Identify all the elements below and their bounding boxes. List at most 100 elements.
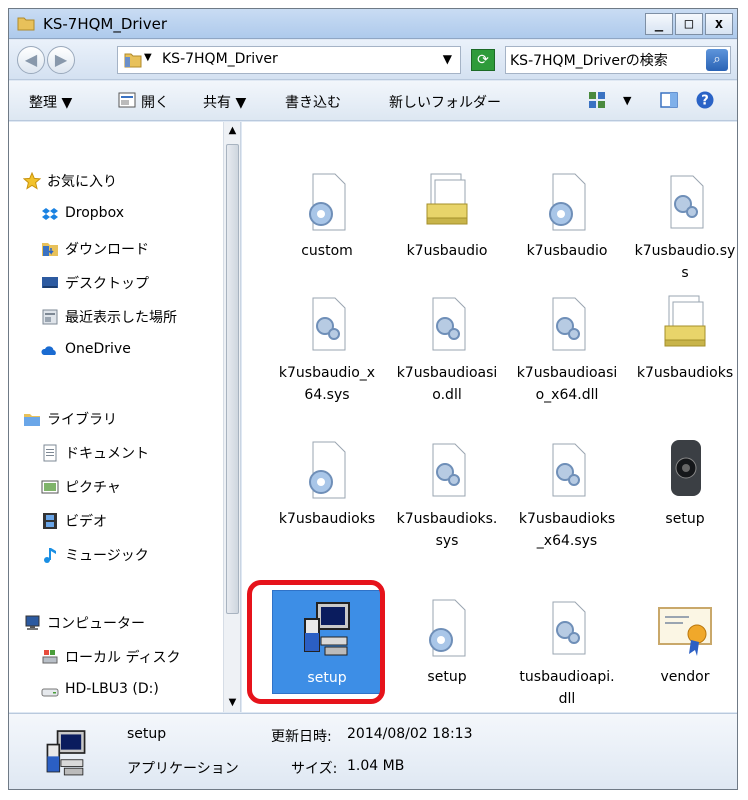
title-bar[interactable]: KS-7HQM_Driver _ □ x <box>9 9 737 39</box>
file-item[interactable]: k7usbaudio <box>512 164 622 266</box>
file-name: k7usbaudioks <box>636 365 734 381</box>
desktop-icon <box>42 277 58 288</box>
file-name: k7usbaudioks <box>278 511 376 527</box>
back-button[interactable]: ◀ <box>17 46 45 74</box>
onedrive-icon <box>41 346 56 355</box>
file-name: setup <box>427 669 467 685</box>
close-button[interactable]: x <box>705 13 733 35</box>
sidebar-item-label: ダウンロード <box>65 242 149 258</box>
breadcrumb-path[interactable]: KS-7HQM_Driver <box>162 51 278 67</box>
file-item[interactable]: k7usbaudioks.sys <box>392 432 502 556</box>
navigation-pane: お気に入り Dropbox ダウンロード デスクトップ 最近表示した場所 One… <box>9 122 241 712</box>
svg-text:?: ? <box>701 94 709 109</box>
new-folder-button[interactable]: 新しいフォルダー <box>389 92 501 112</box>
config-file-icon <box>309 441 346 499</box>
selected-file-name: setup <box>127 726 167 742</box>
sidebar-item-label: ローカル ディスク <box>65 650 181 666</box>
file-item[interactable]: k7usbaudioks <box>272 432 382 534</box>
installer-icon <box>46 730 86 776</box>
open-icon <box>118 92 136 108</box>
file-item[interactable]: k7usbaudio.sys <box>630 164 740 288</box>
system-file-icon <box>432 443 466 497</box>
file-name: k7usbaudioks_x64.sys <box>518 511 616 549</box>
downloads-icon <box>42 243 58 256</box>
search-button[interactable]: ⌕ <box>706 49 728 71</box>
file-name: k7usbaudioks.sys <box>396 511 498 549</box>
folder-icon <box>124 53 142 68</box>
sidebar-item-label: Dropbox <box>65 205 124 221</box>
system-file-icon <box>312 297 346 351</box>
setup-info-icon <box>426 173 468 225</box>
forward-arrow-icon: ▶ <box>54 50 68 69</box>
organize-button[interactable]: 整理 ▼ <box>29 92 72 112</box>
system-file-icon <box>552 297 586 351</box>
navigation-scrollbar[interactable]: ▲ ▼ <box>223 122 240 712</box>
file-item[interactable]: k7usbaudioks <box>630 286 740 388</box>
maximize-button[interactable]: □ <box>675 13 703 35</box>
sidebar-item-label: OneDrive <box>65 341 131 357</box>
folder-icon <box>17 17 35 31</box>
file-name: k7usbaudioasio_x64.dll <box>516 365 618 403</box>
file-item[interactable]: setup <box>630 432 740 534</box>
file-item[interactable]: custom <box>272 164 382 266</box>
view-dropdown[interactable]: ▼ <box>623 94 631 107</box>
size-label: サイズ: <box>291 761 338 777</box>
file-item[interactable]: k7usbaudioasio.dll <box>392 286 502 410</box>
view-icon[interactable] <box>587 90 607 110</box>
file-name: k7usbaudio_x64.sys <box>278 365 376 403</box>
external-drive-icon <box>41 688 59 697</box>
open-button[interactable]: 開く <box>141 92 169 112</box>
burn-button[interactable]: 書き込む <box>285 92 341 112</box>
file-name: setup <box>665 511 705 527</box>
system-file-icon <box>670 175 704 229</box>
recent-places-icon <box>42 309 58 325</box>
sidebar-item-label: コンピューター <box>47 616 145 632</box>
file-item[interactable]: k7usbaudio_x64.sys <box>272 286 382 410</box>
config-file-icon <box>429 599 466 657</box>
scroll-up-icon[interactable]: ▲ <box>224 122 240 140</box>
libraries-icon <box>24 414 40 426</box>
config-file-icon <box>549 173 586 231</box>
breadcrumb[interactable]: ▼ KS-7HQM_Driver ▼ <box>117 46 461 74</box>
preview-pane-icon[interactable] <box>659 90 679 110</box>
forward-button[interactable]: ▶ <box>47 46 75 74</box>
file-item[interactable]: setup <box>392 590 502 692</box>
sidebar-item-label: お気に入り <box>47 174 117 190</box>
sidebar-item-label: 最近表示した場所 <box>65 310 177 326</box>
file-item[interactable]: k7usbaudio <box>392 164 502 266</box>
file-name: custom <box>301 243 353 259</box>
system-file-icon <box>552 443 586 497</box>
help-icon[interactable]: ? <box>695 90 715 110</box>
size-value: 1.04 MB <box>347 758 405 774</box>
file-item[interactable]: tusbaudioapi.dll <box>512 590 622 714</box>
system-file-icon <box>432 297 466 351</box>
modified-value: 2014/08/02 18:13 <box>347 726 473 742</box>
minimize-button[interactable]: _ <box>645 13 673 35</box>
file-item[interactable]: k7usbaudioks_x64.sys <box>512 432 622 556</box>
search-input[interactable] <box>510 50 700 70</box>
sidebar-item-label: ビデオ <box>65 514 107 530</box>
share-button[interactable]: 共有 ▼ <box>203 92 246 112</box>
file-item[interactable]: vendor <box>630 590 740 692</box>
sidebar-item-label: ライブラリ <box>47 412 117 428</box>
highlight-annotation <box>247 580 385 704</box>
modified-label: 更新日時: <box>271 729 332 745</box>
file-item[interactable]: k7usbaudioasio_x64.dll <box>512 286 622 410</box>
videos-icon <box>43 513 57 529</box>
refresh-icon: ⟳ <box>477 52 489 68</box>
scroll-down-icon[interactable]: ▼ <box>224 694 240 712</box>
back-arrow-icon: ◀ <box>24 50 38 69</box>
chevron-down-icon[interactable]: ▼ <box>443 52 452 66</box>
setup-info-icon <box>664 295 706 347</box>
system-file-icon <box>552 601 586 655</box>
speaker-image-icon <box>671 440 701 496</box>
certificate-icon <box>658 607 712 656</box>
music-icon <box>44 548 56 563</box>
file-name: vendor <box>660 669 710 685</box>
refresh-button[interactable]: ⟳ <box>471 49 495 71</box>
sidebar-item-label: ドキュメント <box>65 446 149 462</box>
file-name: k7usbaudioasio.dll <box>396 365 498 403</box>
window-controls: _ □ x <box>645 13 733 35</box>
address-bar: ◀ ▶ ▼ KS-7HQM_Driver ▼ ⟳ ⌕ <box>9 40 737 80</box>
scrollbar-thumb[interactable] <box>226 144 239 614</box>
